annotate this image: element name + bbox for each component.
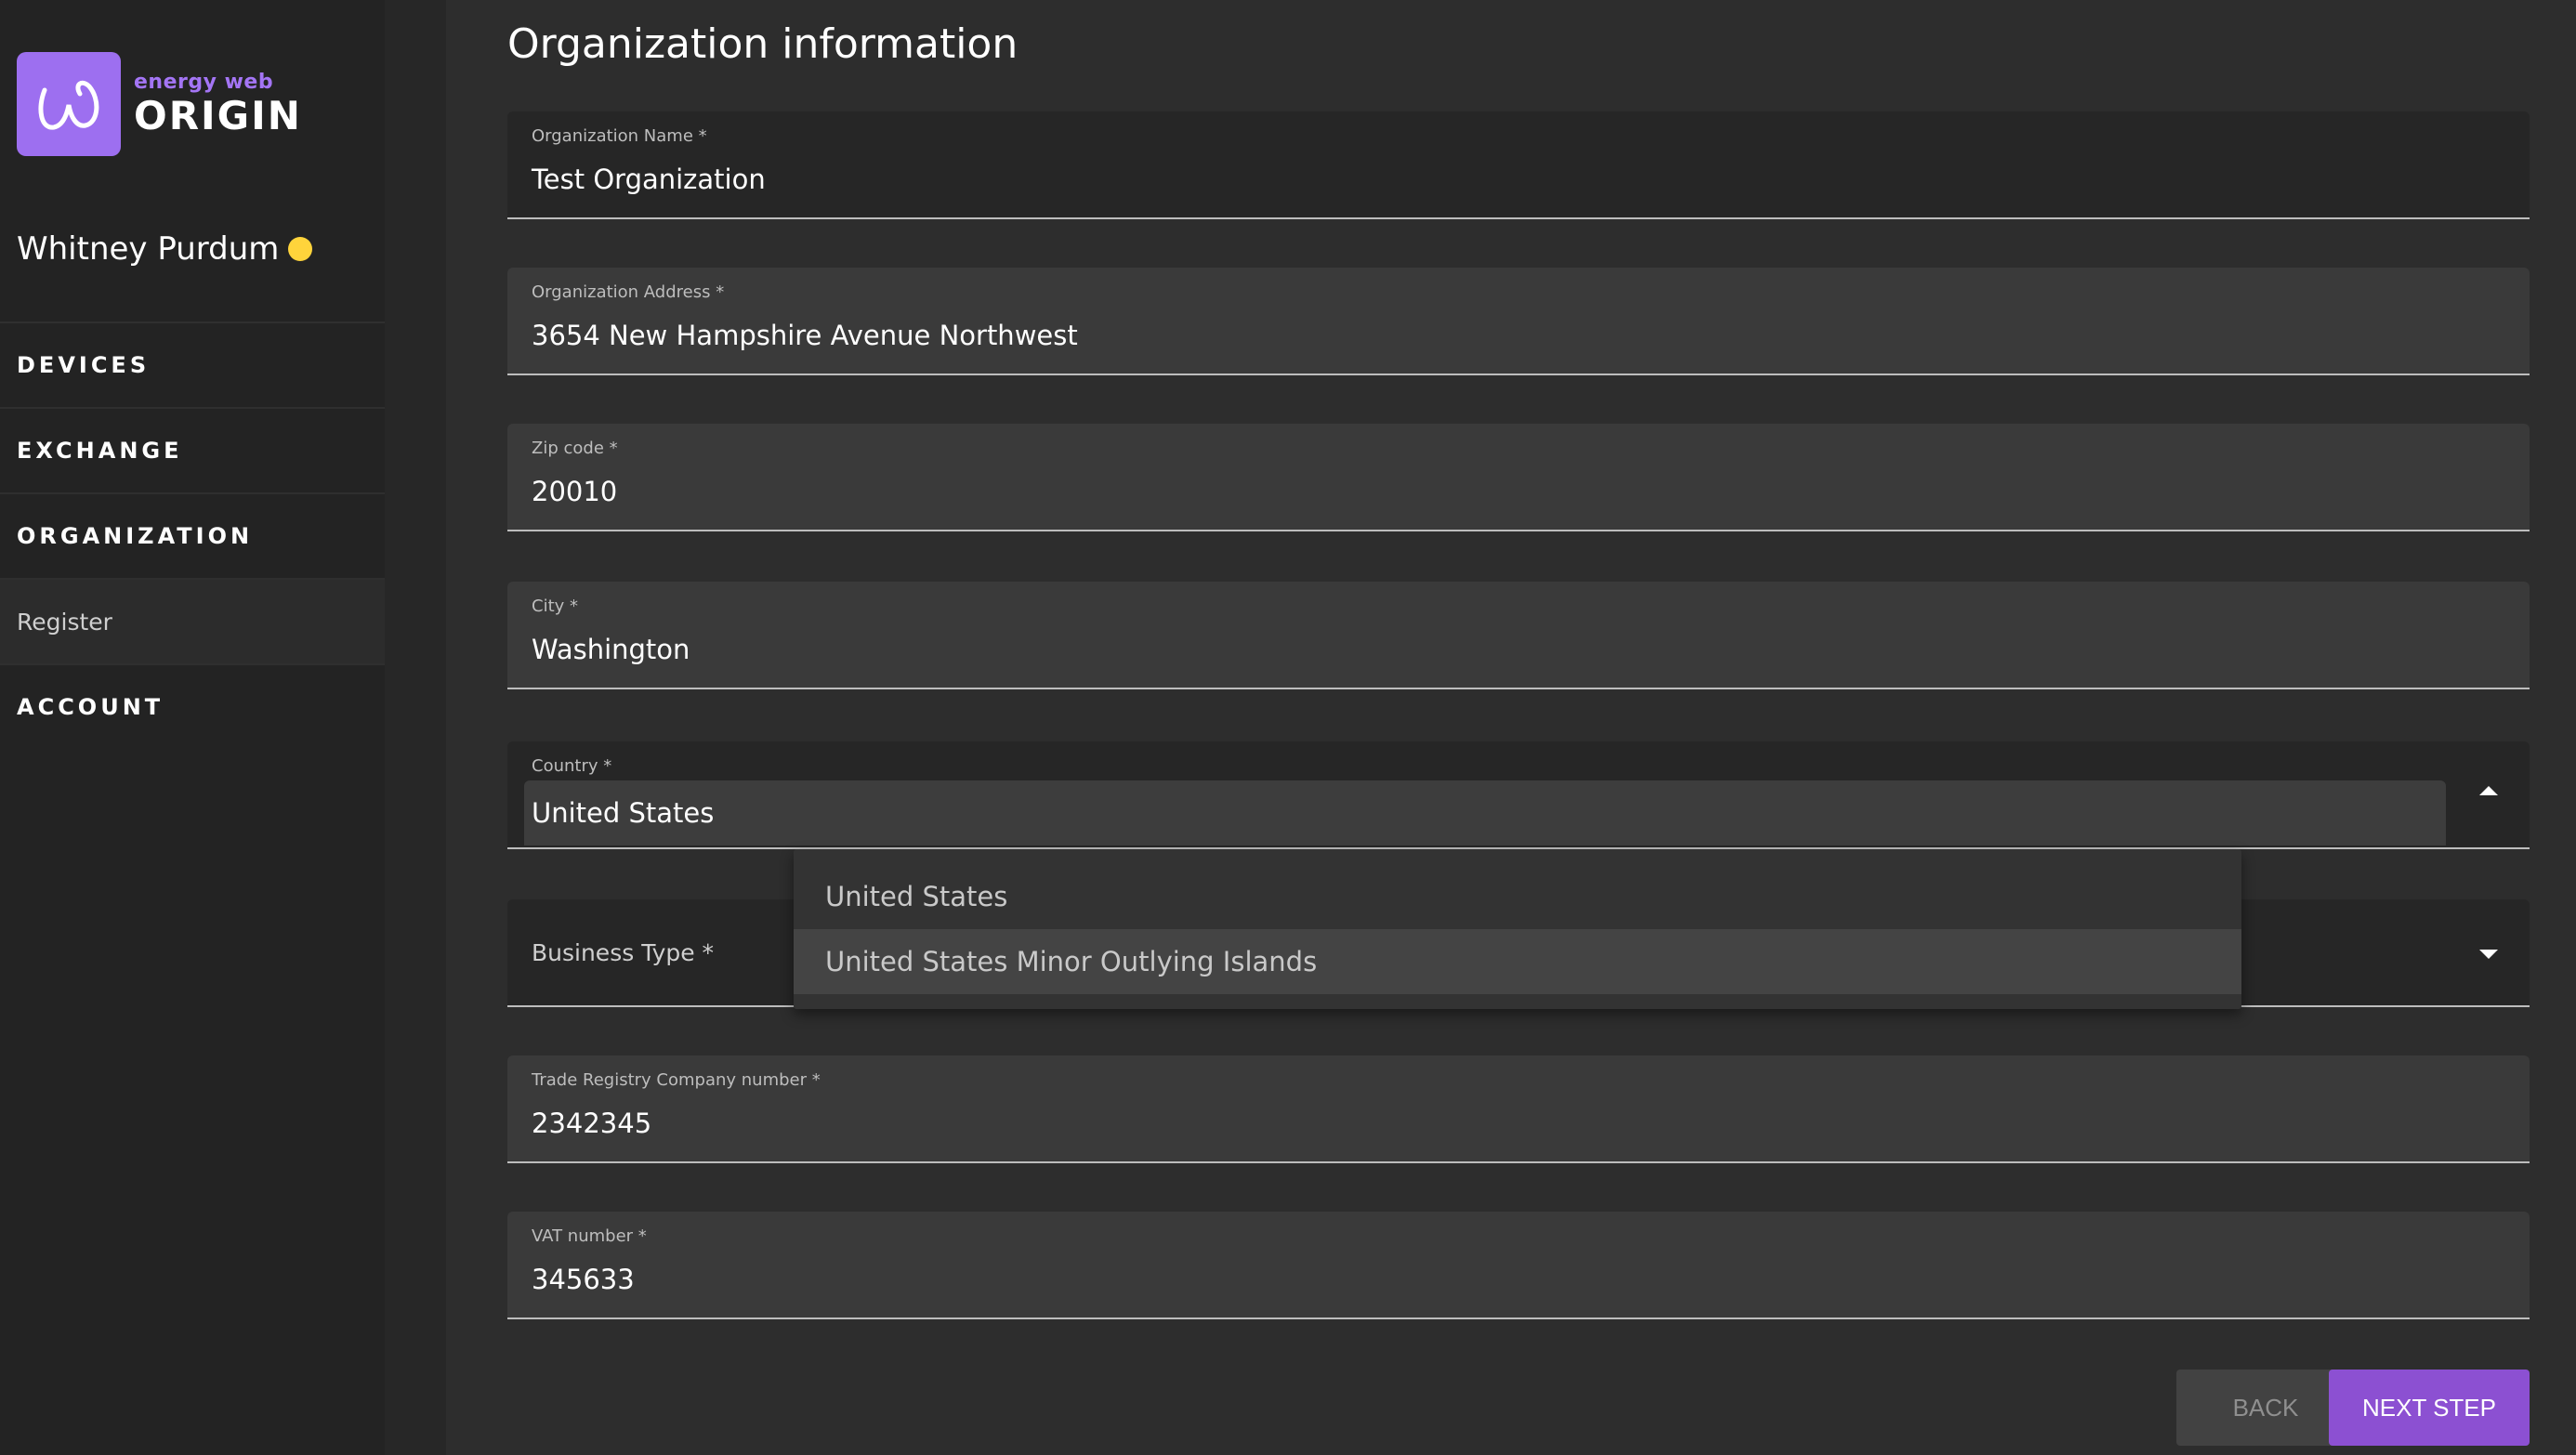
- brand-subtitle: energy web: [134, 71, 274, 94]
- sidebar-item-organization[interactable]: ORGANIZATION: [0, 492, 385, 578]
- field-label: Organization Address *: [532, 282, 725, 302]
- field-label: Trade Registry Company number *: [532, 1070, 821, 1090]
- organization-address-value[interactable]: 3654 New Hampshire Avenue Northwest: [532, 320, 1078, 351]
- field-label: Country *: [532, 756, 612, 776]
- country-field[interactable]: Country * United States: [507, 741, 2530, 849]
- user-name: Whitney Purdum: [17, 230, 280, 268]
- main-content: Organization information Organization Na…: [446, 0, 2576, 1455]
- field-label: VAT number *: [532, 1226, 647, 1246]
- city-field[interactable]: City * Washington: [507, 582, 2530, 689]
- zip-code-value[interactable]: 20010: [532, 476, 617, 507]
- user-status-dot: [288, 237, 313, 261]
- organization-name-value[interactable]: Test Organization: [532, 164, 766, 195]
- next-step-button[interactable]: NEXT STEP: [2329, 1370, 2530, 1446]
- sidebar-nav: DEVICES EXCHANGE ORGANIZATION Register A…: [0, 321, 385, 749]
- organization-address-field[interactable]: Organization Address * 3654 New Hampshir…: [507, 268, 2530, 375]
- organization-name-field[interactable]: Organization Name * Test Organization: [507, 111, 2530, 219]
- vat-number-value[interactable]: 345633: [532, 1264, 635, 1295]
- trade-registry-value[interactable]: 2342345: [532, 1108, 651, 1139]
- sidebar-item-devices[interactable]: DEVICES: [0, 321, 385, 407]
- brand-logo[interactable]: energy web ORIGIN: [17, 52, 302, 156]
- sidebar-gutter: [385, 0, 446, 1455]
- country-input[interactable]: United States: [524, 780, 2446, 845]
- business-type-label: Business Type *: [532, 938, 715, 966]
- field-label: City *: [532, 596, 579, 616]
- zip-code-field[interactable]: Zip code * 20010: [507, 424, 2530, 531]
- sidebar-subitem-register[interactable]: Register: [0, 578, 385, 663]
- field-label: Zip code *: [532, 439, 618, 458]
- chevron-down-icon[interactable]: [2479, 950, 2498, 959]
- sidebar-item-account[interactable]: ACCOUNT: [0, 663, 385, 749]
- origin-logo-icon: [17, 52, 121, 156]
- user-info[interactable]: Whitney Purdum: [17, 230, 313, 268]
- country-option[interactable]: United States: [794, 864, 2241, 929]
- sidebar-item-exchange[interactable]: EXCHANGE: [0, 407, 385, 492]
- chevron-up-icon[interactable]: [2479, 786, 2498, 795]
- city-value[interactable]: Washington: [532, 634, 690, 665]
- field-label: Organization Name *: [532, 126, 707, 146]
- country-dropdown-menu: United States United States Minor Outlyi…: [794, 849, 2241, 1009]
- sidebar: energy web ORIGIN Whitney Purdum DEVICES…: [0, 0, 385, 1455]
- vat-number-field[interactable]: VAT number * 345633: [507, 1212, 2530, 1319]
- page-title: Organization information: [507, 20, 1019, 68]
- trade-registry-field[interactable]: Trade Registry Company number * 2342345: [507, 1055, 2530, 1163]
- country-option[interactable]: United States Minor Outlying Islands: [794, 929, 2241, 994]
- brand-title: ORIGIN: [134, 93, 302, 138]
